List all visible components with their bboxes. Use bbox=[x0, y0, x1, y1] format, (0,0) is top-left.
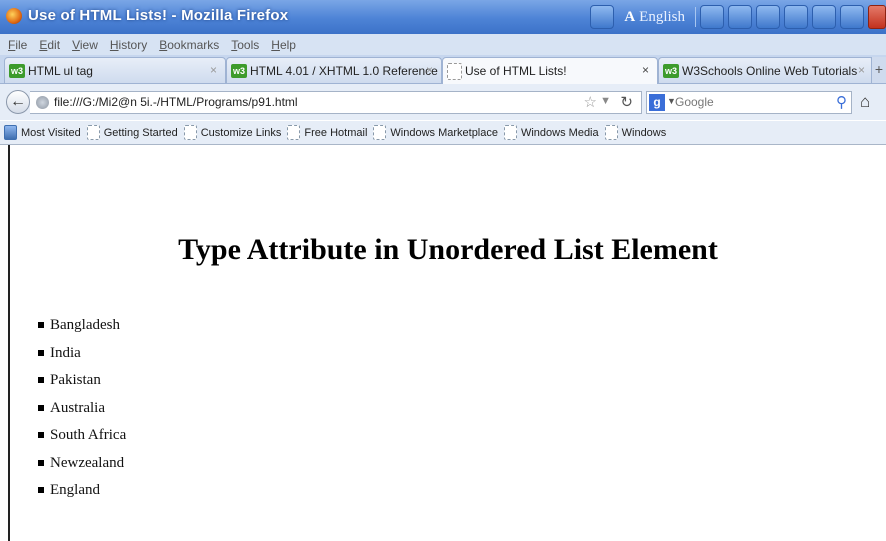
tab-label: Use of HTML Lists! bbox=[465, 64, 567, 78]
window-left-border bbox=[0, 145, 10, 541]
bookmark-getting-started[interactable]: Getting Started bbox=[86, 125, 178, 140]
navigation-bar: ← file:///G:/Mi2@n 5i.-/HTML/Programs/p9… bbox=[0, 84, 886, 120]
w3schools-icon: w3 bbox=[9, 63, 25, 78]
new-tab-button[interactable]: + bbox=[871, 57, 886, 83]
bookmark-label: Free Hotmail bbox=[304, 126, 368, 139]
bookmark-windows[interactable]: Windows bbox=[604, 125, 667, 140]
back-button[interactable]: ← bbox=[6, 90, 30, 114]
w3schools-icon: w3 bbox=[231, 63, 247, 78]
language-icon: A bbox=[624, 8, 636, 25]
search-icon[interactable]: ⚲ bbox=[836, 93, 847, 111]
firefox-icon bbox=[6, 8, 22, 24]
menu-edit[interactable]: Edit bbox=[39, 38, 60, 52]
tab-label: W3Schools Online Web Tutorials bbox=[682, 63, 858, 78]
bookmark-customize-links[interactable]: Customize Links bbox=[183, 125, 282, 140]
bookmark-windows-media[interactable]: Windows Media bbox=[503, 125, 599, 140]
tab-html-reference[interactable]: w3 HTML 4.01 / XHTML 1.0 Reference × bbox=[226, 57, 442, 83]
bookmark-label: Windows Media bbox=[520, 126, 599, 139]
tray-icon[interactable] bbox=[756, 5, 780, 29]
menu-bookmarks[interactable]: Bookmarks bbox=[159, 38, 219, 52]
list-item: Newzealand bbox=[36, 453, 126, 481]
bookmark-windows-marketplace[interactable]: Windows Marketplace bbox=[373, 125, 498, 140]
bookmark-icon bbox=[86, 125, 100, 140]
history-dropdown-icon[interactable]: ▼ bbox=[600, 95, 611, 107]
tab-label: HTML 4.01 / XHTML 1.0 Reference bbox=[250, 63, 438, 78]
url-text: file:///G:/Mi2@n 5i.-/HTML/Programs/p91.… bbox=[54, 95, 298, 109]
tab-bar: w3 HTML ul tag × w3 HTML 4.01 / XHTML 1.… bbox=[0, 55, 886, 84]
search-bar[interactable]: g ▼ Google ⚲ bbox=[646, 91, 852, 114]
bookmark-icon bbox=[604, 125, 618, 140]
menu-bar: File Edit View History Bookmarks Tools H… bbox=[0, 34, 886, 55]
list-item: South Africa bbox=[36, 425, 126, 453]
list-item: England bbox=[36, 480, 126, 508]
bookmark-icon bbox=[287, 125, 301, 140]
tray-icon[interactable] bbox=[700, 5, 724, 29]
bookmark-free-hotmail[interactable]: Free Hotmail bbox=[287, 125, 367, 140]
language-indicator[interactable]: A English bbox=[618, 9, 691, 26]
search-input[interactable]: Google bbox=[675, 95, 714, 109]
tray-icon[interactable] bbox=[784, 5, 808, 29]
title-bar: Use of HTML Lists! - Mozilla Firefox A En… bbox=[0, 0, 886, 34]
country-list: Bangladesh India Pakistan Australia Sout… bbox=[36, 315, 126, 508]
bookmark-label: Most Visited bbox=[21, 126, 81, 139]
menu-file[interactable]: File bbox=[8, 38, 27, 52]
menu-help[interactable]: Help bbox=[271, 38, 296, 52]
list-item: Bangladesh bbox=[36, 315, 126, 343]
taskbar-app-icon[interactable] bbox=[590, 5, 615, 29]
tab-w3schools[interactable]: w3 W3Schools Online Web Tutorials × bbox=[658, 57, 874, 83]
close-tab-icon[interactable]: × bbox=[642, 63, 649, 77]
menu-history[interactable]: History bbox=[110, 38, 147, 52]
blank-page-icon bbox=[447, 62, 462, 80]
home-icon[interactable]: ⌂ bbox=[860, 92, 870, 112]
address-bar[interactable]: file:///G:/Mi2@n 5i.-/HTML/Programs/p91.… bbox=[30, 91, 642, 114]
most-visited-icon bbox=[4, 125, 17, 140]
restore-button[interactable] bbox=[840, 5, 864, 29]
bookmark-label: Getting Started bbox=[103, 126, 178, 139]
list-item: Pakistan bbox=[36, 370, 126, 398]
menu-tools[interactable]: Tools bbox=[231, 38, 259, 52]
tab-label: HTML ul tag bbox=[28, 63, 93, 78]
bookmark-icon bbox=[183, 125, 197, 140]
tab-html-ul-tag[interactable]: w3 HTML ul tag × bbox=[4, 57, 226, 83]
bookmark-label: Windows bbox=[621, 126, 667, 139]
bookmark-label: Windows Marketplace bbox=[390, 126, 498, 139]
page-content: Type Attribute in Unordered List Element… bbox=[10, 145, 886, 541]
separator bbox=[695, 7, 696, 27]
reload-icon[interactable]: ↻ bbox=[620, 93, 633, 111]
site-identity-icon[interactable] bbox=[36, 96, 49, 109]
tab-use-of-html-lists[interactable]: Use of HTML Lists! × bbox=[442, 57, 658, 84]
close-button[interactable] bbox=[868, 5, 886, 29]
title-bar-controls: A English bbox=[590, 4, 886, 30]
w3schools-icon: w3 bbox=[663, 63, 679, 78]
google-icon[interactable]: g bbox=[649, 94, 665, 111]
list-item: Australia bbox=[36, 398, 126, 426]
bookmark-star-icon[interactable]: ☆ bbox=[584, 93, 597, 111]
bookmark-icon bbox=[503, 125, 517, 140]
language-label: English bbox=[639, 8, 685, 25]
page-heading: Type Attribute in Unordered List Element bbox=[178, 233, 718, 266]
list-item: India bbox=[36, 343, 126, 371]
window-title: Use of HTML Lists! - Mozilla Firefox bbox=[28, 7, 289, 24]
close-tab-icon[interactable]: × bbox=[426, 63, 433, 77]
close-tab-icon[interactable]: × bbox=[210, 63, 217, 77]
close-tab-icon[interactable]: × bbox=[858, 63, 865, 77]
menu-view[interactable]: View bbox=[72, 38, 98, 52]
browser-window: Use of HTML Lists! - Mozilla Firefox A En… bbox=[0, 0, 886, 541]
tray-icon[interactable] bbox=[812, 5, 836, 29]
bookmarks-toolbar: Most Visited Getting Started Customize L… bbox=[0, 121, 886, 145]
tray-icon[interactable] bbox=[728, 5, 752, 29]
bookmark-icon bbox=[373, 125, 387, 140]
bookmark-label: Customize Links bbox=[200, 126, 282, 139]
bookmark-most-visited[interactable]: Most Visited bbox=[4, 125, 81, 140]
